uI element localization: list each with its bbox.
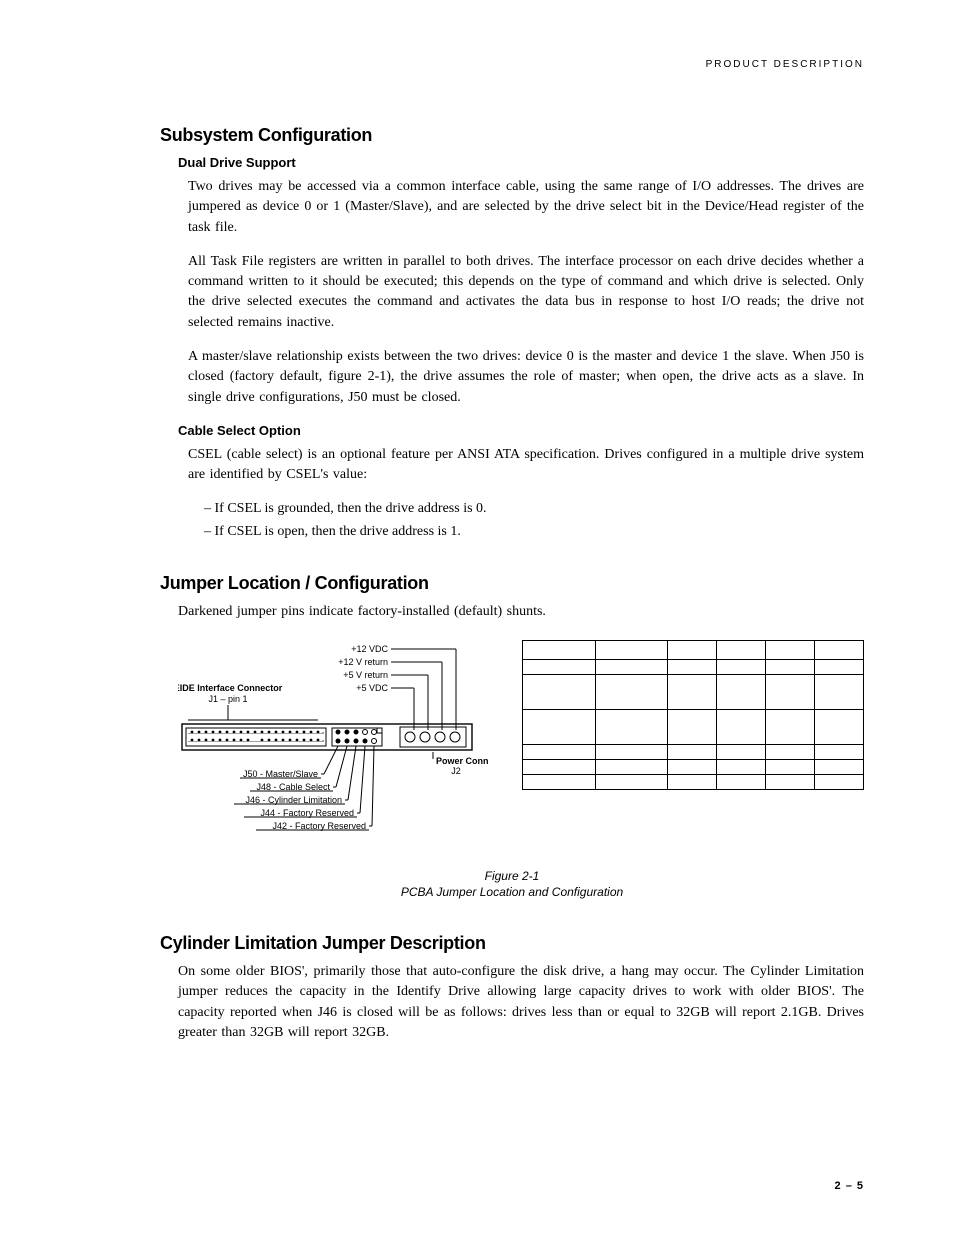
label-j1pin1: J1 – pin 1 — [208, 694, 247, 704]
running-header: PRODUCT DESCRIPTION — [706, 58, 864, 73]
paragraph: Two drives may be accessed via a common … — [188, 177, 864, 238]
paragraph: Darkened jumper pins indicate factory-in… — [178, 602, 864, 622]
figure-caption: Figure 2-1 PCBA Jumper Location and Conf… — [160, 868, 864, 900]
label-12vret: +12 V return — [338, 657, 388, 667]
label-5vdc: +5 VDC — [356, 683, 388, 693]
paragraph: On some older BIOS', primarily those tha… — [178, 962, 864, 1043]
label-5vret: +5 V return — [343, 670, 388, 680]
subheading-dual-drive-support: Dual Drive Support — [178, 154, 864, 173]
figure-number: Figure 2-1 — [485, 869, 540, 883]
label-power-connector: Power Connector — [436, 756, 488, 766]
content-body: Subsystem Configuration Dual Drive Suppo… — [160, 122, 864, 1043]
heading-jumper-location: Jumper Location / Configuration — [160, 570, 864, 596]
bullet-item: – If CSEL is grounded, then the drive ad… — [204, 499, 864, 519]
bullet-item: – If CSEL is open, then the drive addres… — [204, 522, 864, 542]
label-j2: J2 — [451, 766, 461, 776]
heading-cylinder-limitation: Cylinder Limitation Jumper Description — [160, 930, 864, 956]
paragraph: A master/slave relationship exists betwe… — [188, 347, 864, 408]
paragraph: All Task File registers are written in p… — [188, 252, 864, 333]
heading-subsystem-configuration: Subsystem Configuration — [160, 122, 864, 148]
paragraph: CSEL (cable select) is an optional featu… — [188, 445, 864, 486]
page: PRODUCT DESCRIPTION Subsystem Configurat… — [0, 0, 954, 1235]
jumper-config-table — [522, 640, 864, 790]
page-number: 2 – 5 — [835, 1179, 864, 1195]
pcba-diagram: +12 VDC +12 V return +5 V return +5 VDC … — [178, 640, 488, 847]
figure-title: PCBA Jumper Location and Configuration — [401, 885, 623, 899]
figure-2-1: +12 VDC +12 V return +5 V return +5 VDC … — [178, 640, 864, 847]
subheading-cable-select-option: Cable Select Option — [178, 422, 864, 441]
label-eide: EIDE Interface Connector — [178, 683, 283, 693]
label-12vdc: +12 VDC — [351, 644, 388, 654]
